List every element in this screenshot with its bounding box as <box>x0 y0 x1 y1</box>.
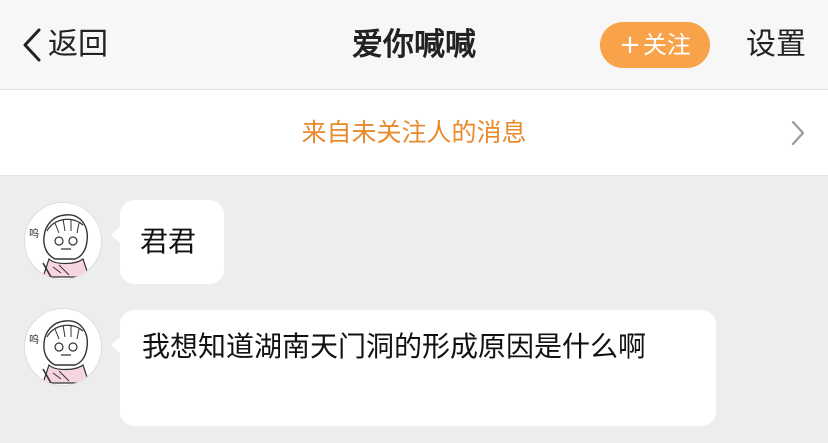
back-label: 返回 <box>48 27 108 62</box>
banner-text: 来自未关注人的消息 <box>301 118 527 147</box>
follow-button[interactable]: +关注 <box>600 22 710 68</box>
message-bubble[interactable]: 君君 <box>111 200 224 284</box>
message-row: 呜 君君 <box>0 176 828 296</box>
message-row: 呜 我想知道湖南天门洞的形成原因是什么啊 <box>0 296 828 443</box>
message-text: 君君 <box>140 225 197 258</box>
message-text: 我想知道湖南天门洞的形成原因是什么啊 <box>142 330 647 363</box>
unfollowed-messages-banner[interactable]: 来自未关注人的消息 <box>0 90 828 176</box>
follow-label: 关注 <box>642 31 691 59</box>
settings-button[interactable]: 设置 <box>746 22 806 68</box>
avatar-caption: 呜 <box>29 229 39 241</box>
avatar-caption: 呜 <box>29 335 39 347</box>
avatar-illustration <box>25 203 101 279</box>
avatar[interactable]: 呜 <box>24 308 102 386</box>
message-bubble[interactable]: 我想知道湖南天门洞的形成原因是什么啊 <box>111 310 716 426</box>
avatar-illustration <box>25 309 101 385</box>
chevron-left-icon <box>22 27 42 63</box>
back-button[interactable]: 返回 <box>22 22 108 68</box>
avatar[interactable]: 呜 <box>24 202 102 280</box>
top-navigation-bar: 返回 爱你喊喊 +关注 设置 <box>0 0 828 90</box>
plus-icon: + <box>619 30 641 60</box>
chevron-right-icon <box>790 119 806 151</box>
